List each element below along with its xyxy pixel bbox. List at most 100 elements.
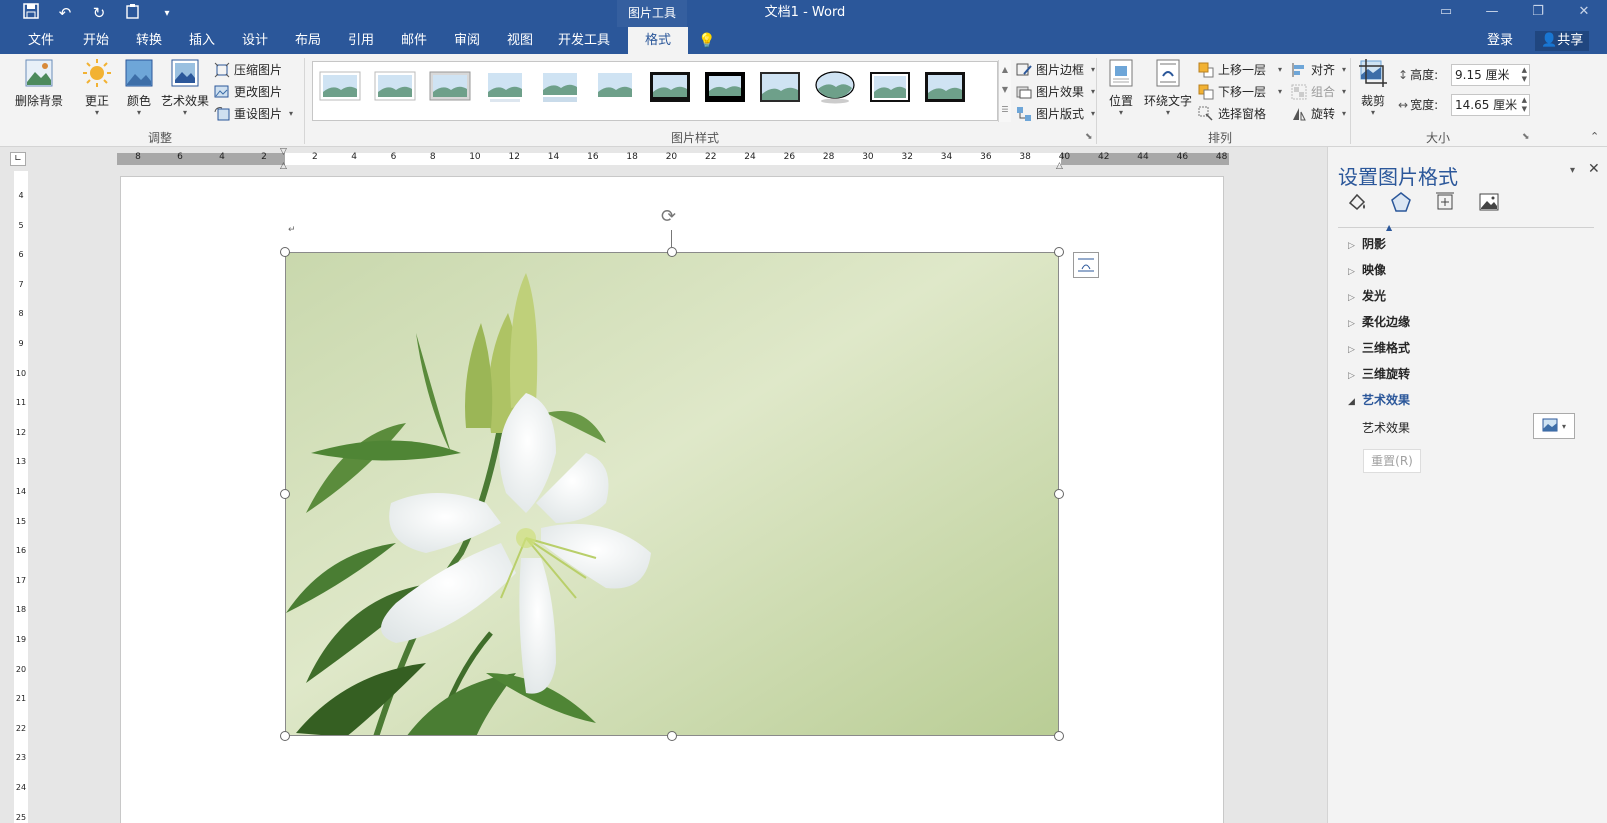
rotate-handle-icon[interactable]: ⟳ bbox=[661, 206, 676, 227]
lightbulb-icon[interactable]: 💡 bbox=[696, 27, 718, 54]
section-shadow[interactable]: ▷ 阴影 bbox=[1348, 235, 1386, 252]
save-icon[interactable] bbox=[22, 3, 40, 23]
style-thumb-8[interactable] bbox=[704, 70, 746, 104]
tab-review[interactable]: 审阅 bbox=[447, 27, 487, 54]
style-thumb-2[interactable] bbox=[374, 70, 416, 104]
wrap-text-button[interactable]: 环绕文字 ▾ bbox=[1142, 58, 1194, 117]
tab-convert[interactable]: 转换 bbox=[129, 27, 169, 54]
height-input[interactable]: 9.15 厘米 ▲ ▼ bbox=[1451, 64, 1530, 86]
resize-handle-bottom-right[interactable] bbox=[1054, 731, 1064, 741]
tab-references[interactable]: 引用 bbox=[341, 27, 381, 54]
tab-home[interactable]: 开始 bbox=[76, 27, 116, 54]
effects-tab-icon[interactable] bbox=[1390, 191, 1412, 216]
picture-styles-gallery[interactable] bbox=[312, 61, 998, 121]
reset-button[interactable]: 重置(R) bbox=[1363, 449, 1421, 473]
login-link[interactable]: 登录 bbox=[1487, 27, 1513, 55]
resize-handle-top[interactable] bbox=[667, 247, 677, 257]
tab-format[interactable]: 格式 bbox=[628, 27, 688, 54]
minimize-icon[interactable]: — bbox=[1469, 0, 1515, 27]
tab-developer[interactable]: 开发工具 bbox=[552, 27, 616, 54]
redo-icon[interactable]: ↻ bbox=[90, 4, 108, 22]
horizontal-ruler[interactable]: ∟ 8642 2 4 6 8 10 12 14 16 18 20 22 24 26 28 30 32 34 36 3… bbox=[0, 147, 1327, 171]
layout-properties-icon[interactable] bbox=[1434, 191, 1456, 216]
customize-qat-icon[interactable]: ▾ bbox=[158, 8, 176, 19]
remove-background-button[interactable]: 删除背景 bbox=[12, 58, 66, 109]
color-button[interactable]: 颜色 ▾ bbox=[122, 58, 156, 117]
corrections-button[interactable]: 更正 ▾ bbox=[80, 58, 114, 117]
crop-button[interactable]: 裁剪 ▾ bbox=[1356, 58, 1390, 117]
selection-pane-button[interactable]: 选择窗格 bbox=[1198, 104, 1266, 124]
pane-close-icon[interactable]: ✕ bbox=[1588, 161, 1600, 177]
tab-view[interactable]: 视图 bbox=[500, 27, 540, 54]
width-input[interactable]: 14.65 厘米 ▲ ▼ bbox=[1451, 94, 1530, 116]
style-thumb-1[interactable] bbox=[319, 70, 361, 104]
gallery-down-icon[interactable]: ▼ bbox=[999, 80, 1011, 100]
section-reflection[interactable]: ▷ 映像 bbox=[1348, 261, 1386, 278]
section-3d-rotation[interactable]: ▷ 三维旋转 bbox=[1348, 365, 1410, 382]
undo-icon[interactable]: ↶ bbox=[56, 4, 74, 22]
picture-tab-icon[interactable] bbox=[1478, 191, 1500, 216]
resize-handle-top-right[interactable] bbox=[1054, 247, 1064, 257]
wrap-text-label: 环绕文字 bbox=[1143, 94, 1192, 108]
vertical-ruler[interactable]: 4 5 6 7 8 9 10 11 12 13 14 15 16 17 18 19 20 21 22 23 24 25 bbox=[0, 171, 30, 823]
styles-dialog-launcher-icon[interactable]: ⬊ bbox=[1085, 132, 1093, 142]
section-artistic-effects[interactable]: ◢ 艺术效果 bbox=[1348, 391, 1410, 408]
tab-insert[interactable]: 插入 bbox=[182, 27, 222, 54]
tab-design[interactable]: 设计 bbox=[235, 27, 275, 54]
gallery-scrollbar[interactable]: ▲ ▼ ☰ bbox=[998, 60, 1011, 122]
tab-file[interactable]: 文件 bbox=[22, 27, 60, 54]
clipboard-icon[interactable] bbox=[124, 3, 142, 23]
fill-line-icon[interactable] bbox=[1346, 191, 1368, 216]
size-dialog-launcher-icon[interactable]: ⬊ bbox=[1522, 132, 1530, 142]
rotate-button[interactable]: 旋转 ▾ bbox=[1291, 104, 1346, 124]
restore-icon[interactable]: ❐ bbox=[1515, 0, 1561, 27]
picture-layout-button[interactable]: 图片版式 ▾ bbox=[1016, 104, 1095, 124]
picture-effects-button[interactable]: 图片效果 ▾ bbox=[1016, 82, 1095, 102]
section-soft-edges[interactable]: ▷ 柔化边缘 bbox=[1348, 313, 1410, 330]
group-button[interactable]: 组合 ▾ bbox=[1291, 82, 1346, 102]
resize-handle-right[interactable] bbox=[1054, 489, 1064, 499]
tab-mailings[interactable]: 邮件 bbox=[394, 27, 434, 54]
compress-pictures-button[interactable]: 压缩图片 bbox=[214, 60, 282, 80]
ribbon-display-icon[interactable]: ▭ bbox=[1423, 0, 1469, 27]
gallery-up-icon[interactable]: ▲ bbox=[999, 60, 1011, 80]
style-thumb-3[interactable] bbox=[429, 70, 471, 104]
left-indent-icon[interactable]: △ bbox=[280, 161, 287, 171]
style-thumb-6[interactable] bbox=[594, 70, 636, 104]
height-spinner-icon[interactable]: ▲ ▼ bbox=[1522, 66, 1527, 84]
change-picture-button[interactable]: 更改图片 bbox=[214, 82, 282, 102]
gallery-more-icon[interactable]: ☰ bbox=[999, 100, 1011, 120]
tab-selector-icon[interactable]: ∟ bbox=[10, 152, 26, 166]
section-3d-format[interactable]: ▷ 三维格式 bbox=[1348, 339, 1410, 356]
send-backward-button[interactable]: 下移一层 ▾ bbox=[1198, 82, 1282, 102]
align-button[interactable]: 对齐 ▾ bbox=[1291, 60, 1346, 80]
position-button[interactable]: 位置 ▾ bbox=[1104, 58, 1138, 117]
collapse-ribbon-icon[interactable]: ⌃ bbox=[1590, 130, 1599, 143]
style-thumb-7[interactable] bbox=[649, 70, 691, 104]
selected-picture[interactable] bbox=[285, 252, 1059, 736]
layout-options-icon[interactable] bbox=[1073, 252, 1099, 278]
bring-forward-button[interactable]: 上移一层 ▾ bbox=[1198, 60, 1282, 80]
right-indent-icon[interactable]: △ bbox=[1056, 161, 1063, 171]
picture-border-button[interactable]: 图片边框 ▾ bbox=[1016, 60, 1095, 80]
resize-handle-top-left[interactable] bbox=[280, 247, 290, 257]
resize-handle-bottom-left[interactable] bbox=[280, 731, 290, 741]
style-thumb-10[interactable] bbox=[814, 70, 856, 104]
style-thumb-5[interactable] bbox=[539, 70, 581, 104]
resize-handle-bottom[interactable] bbox=[667, 731, 677, 741]
share-button[interactable]: 👤共享 bbox=[1535, 31, 1590, 51]
pane-options-icon[interactable]: ▾ bbox=[1570, 165, 1575, 176]
section-glow[interactable]: ▷ 发光 bbox=[1348, 287, 1386, 304]
artistic-effects-button[interactable]: 艺术效果 ▾ bbox=[160, 58, 210, 117]
style-thumb-9[interactable] bbox=[759, 70, 801, 104]
style-thumb-4[interactable] bbox=[484, 70, 526, 104]
close-icon[interactable]: ✕ bbox=[1561, 0, 1607, 27]
first-line-indent-icon[interactable]: ▽ bbox=[280, 147, 287, 157]
style-thumb-12[interactable] bbox=[924, 70, 966, 104]
tab-layout[interactable]: 布局 bbox=[288, 27, 328, 54]
resize-handle-left[interactable] bbox=[280, 489, 290, 499]
artistic-effect-dropdown[interactable]: ▾ bbox=[1533, 413, 1575, 439]
reset-picture-button[interactable]: 重设图片 ▾ bbox=[214, 104, 293, 124]
width-spinner-icon[interactable]: ▲ ▼ bbox=[1522, 96, 1527, 114]
style-thumb-11[interactable] bbox=[869, 70, 911, 104]
